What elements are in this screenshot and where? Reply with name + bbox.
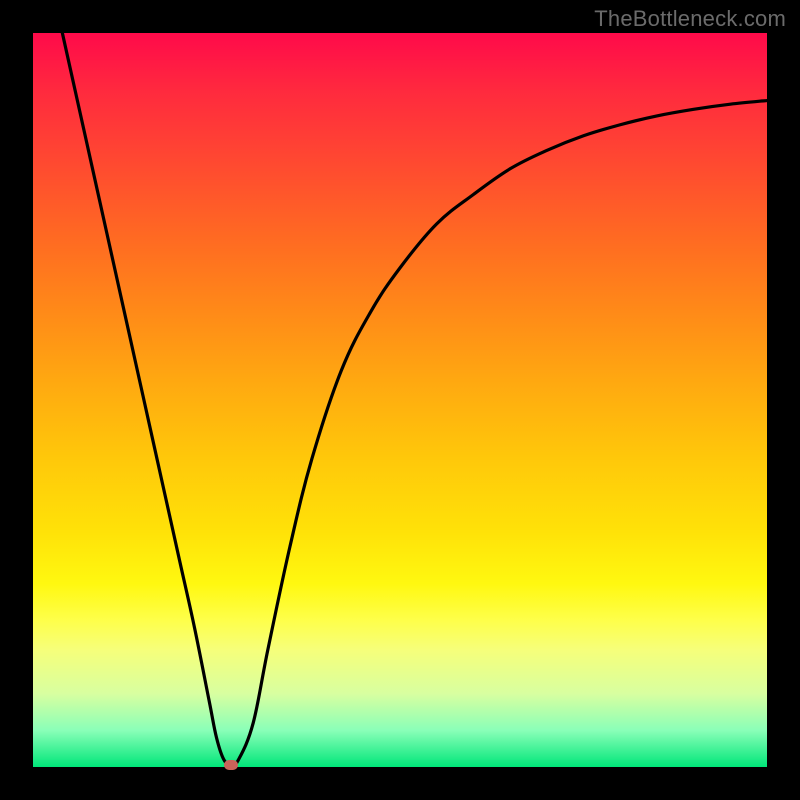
minimum-marker: [224, 760, 238, 770]
bottleneck-curve: [33, 33, 767, 767]
chart-frame: TheBottleneck.com: [0, 0, 800, 800]
plot-area: [33, 33, 767, 767]
watermark-text: TheBottleneck.com: [594, 6, 786, 32]
